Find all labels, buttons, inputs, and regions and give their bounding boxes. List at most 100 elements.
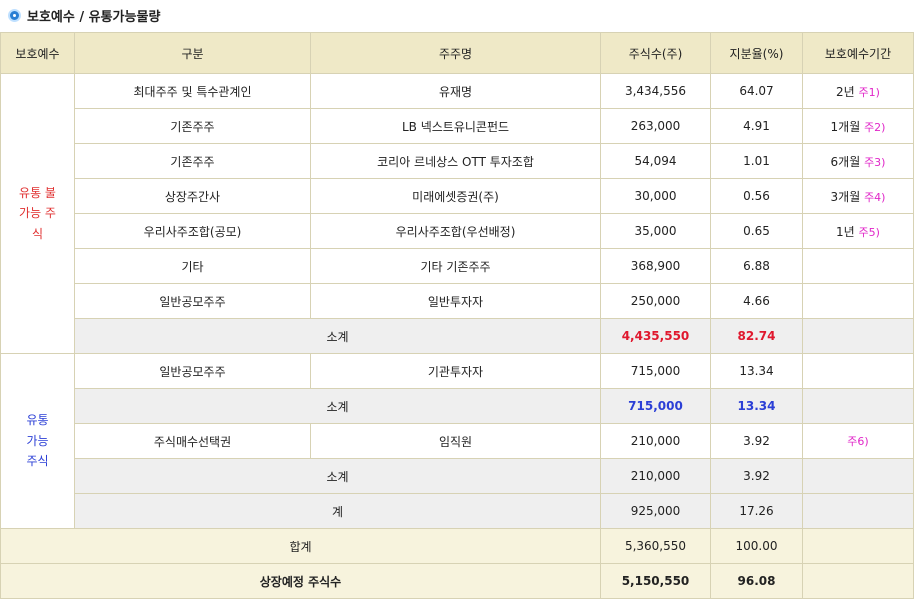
table-row: 상장주간사 미래에셋증권(주) 30,000 0.56 3개월 주4) (1, 178, 914, 214)
group-non-tradable: 유통 불가능 주식 (0, 73, 75, 354)
row-category: 기타 (74, 248, 311, 284)
row-ratio: 0.65 (710, 213, 803, 249)
row-category: 일반공모주주 (74, 353, 311, 389)
row-holder: 유재명 (310, 73, 601, 109)
row-ratio: 64.07 (710, 73, 803, 109)
subtotal-label: 소계 (74, 458, 601, 494)
total-row: 계 925,000 17.26 (1, 493, 914, 529)
subtotal-label: 소계 (74, 388, 601, 424)
tradable-total-ratio: 17.26 (710, 493, 803, 529)
subtotal-ratio: 13.34 (710, 388, 803, 424)
footnote-link[interactable]: 주3) (864, 156, 885, 169)
row-period (802, 283, 914, 319)
row-period: 6개월 주3) (802, 143, 914, 179)
row-holder: 기타 기존주주 (310, 248, 601, 284)
listing-total-shares: 5,150,550 (600, 563, 711, 599)
listing-total-ratio: 96.08 (710, 563, 803, 599)
group-tradable-label: 유통 가능 주식 (26, 413, 49, 469)
row-category: 일반공모주주 (74, 283, 311, 319)
row-category: 상장주간사 (74, 178, 311, 214)
table-row: 우리사주조합(공모) 우리사주조합(우선배정) 35,000 0.65 1년 주… (1, 213, 914, 249)
group-tradable: 유통 가능 주식 (0, 353, 75, 529)
tradable-total-blank (802, 493, 914, 529)
row-holder: 일반투자자 (310, 283, 601, 319)
row-ratio: 4.91 (710, 108, 803, 144)
section-title-text: 보호예수 / 유통가능물량 (27, 9, 161, 25)
row-category: 기존주주 (74, 143, 311, 179)
row-holder: 코리아 르네상스 OTT 투자조합 (310, 143, 601, 179)
row-ratio: 13.34 (710, 353, 803, 389)
header-holder: 주주명 (310, 32, 601, 74)
bullet-circle-icon (8, 8, 21, 22)
row-period: 1개월 주2) (802, 108, 914, 144)
row-shares: 30,000 (600, 178, 711, 214)
row-ratio: 1.01 (710, 143, 803, 179)
subtotal-ratio: 82.74 (710, 318, 803, 354)
lockup-table: 보호예수 구분 주주명 주식수(주) 지분율(%) 보호예수기간 유통 불가능 … (0, 32, 914, 599)
footnote-link[interactable]: 주1) (859, 86, 880, 99)
row-ratio: 3.92 (710, 423, 803, 459)
row-period (802, 353, 914, 389)
listing-total-blank (802, 563, 914, 599)
row-period: 3개월 주4) (802, 178, 914, 214)
row-period: 1년 주5) (802, 213, 914, 249)
grand-total-blank (802, 528, 914, 564)
table-row: 기타 기타 기존주주 368,900 6.88 (1, 248, 914, 284)
footnote-link[interactable]: 주4) (864, 191, 885, 204)
row-category: 우리사주조합(공모) (74, 213, 311, 249)
subtotal-shares: 210,000 (600, 458, 711, 494)
row-shares: 3,434,556 (600, 73, 711, 109)
row-shares: 35,000 (600, 213, 711, 249)
footnote-link[interactable]: 주2) (864, 121, 885, 134)
period-text: 3개월 (830, 189, 861, 204)
row-holder: 기관투자자 (310, 353, 601, 389)
table-header-row: 보호예수 구분 주주명 주식수(주) 지분율(%) 보호예수기간 (0, 32, 914, 74)
table-row: 유통 가능 주식 일반공모주주 기관투자자 715,000 13.34 (0, 353, 914, 529)
row-category: 주식매수선택권 (74, 423, 311, 459)
row-shares: 263,000 (600, 108, 711, 144)
row-ratio: 0.56 (710, 178, 803, 214)
footnote-link[interactable]: 주5) (859, 226, 880, 239)
listing-total-label: 상장예정 주식수 (0, 563, 601, 599)
row-category: 최대주주 및 특수관계인 (74, 73, 311, 109)
page: 보호예수 / 유통가능물량 보호예수 구분 주주명 주식수(주) 지분율(%) … (0, 0, 917, 609)
period-text: 1년 (836, 224, 855, 239)
table-row: 일반공모주주 일반투자자 250,000 4.66 (1, 283, 914, 319)
subtotal-blank (802, 318, 914, 354)
tradable-total-label: 계 (74, 493, 601, 529)
row-holder: 임직원 (310, 423, 601, 459)
subtotal-shares: 715,000 (600, 388, 711, 424)
header-period: 보호예수기간 (802, 32, 914, 74)
period-text: 1개월 (830, 119, 861, 134)
row-holder: LB 넥스트유니콘펀드 (310, 108, 601, 144)
listing-total-row: 상장예정 주식수 5,150,550 96.08 (0, 563, 914, 599)
period-text: 2년 (836, 84, 855, 99)
subtotal-row: 소계 4,435,550 82.74 (1, 318, 914, 354)
row-shares: 715,000 (600, 353, 711, 389)
grand-total-row: 합계 5,360,550 100.00 (0, 528, 914, 564)
subtotal-blank (802, 388, 914, 424)
table-row: 기존주주 코리아 르네상스 OTT 투자조합 54,094 1.01 6개월 주… (1, 143, 914, 179)
table-row: 유통 불가능 주식 최대주주 및 특수관계인 유재명 3,434,556 64.… (0, 73, 914, 354)
row-shares: 210,000 (600, 423, 711, 459)
subtotal-row: 소계 715,000 13.34 (1, 388, 914, 424)
tradable-total-shares: 925,000 (600, 493, 711, 529)
header-category: 구분 (74, 32, 311, 74)
section-title: 보호예수 / 유통가능물량 (8, 4, 160, 26)
grand-total-label: 합계 (0, 528, 601, 564)
table-row: 주식매수선택권 임직원 210,000 3.92 주6) (1, 423, 914, 459)
period-text: 6개월 (830, 154, 861, 169)
row-period: 2년 주1) (802, 73, 914, 109)
row-shares: 250,000 (600, 283, 711, 319)
subtotal-shares: 4,435,550 (600, 318, 711, 354)
grand-total-ratio: 100.00 (710, 528, 803, 564)
table-row: 기존주주 LB 넥스트유니콘펀드 263,000 4.91 1개월 주2) (1, 108, 914, 144)
subtotal-row: 소계 210,000 3.92 (1, 458, 914, 494)
row-ratio: 6.88 (710, 248, 803, 284)
row-period: 주6) (802, 423, 914, 459)
header-lockup: 보호예수 (0, 32, 75, 74)
row-holder: 미래에셋증권(주) (310, 178, 601, 214)
row-ratio: 4.66 (710, 283, 803, 319)
footnote-link[interactable]: 주6) (847, 435, 868, 448)
row-shares: 368,900 (600, 248, 711, 284)
